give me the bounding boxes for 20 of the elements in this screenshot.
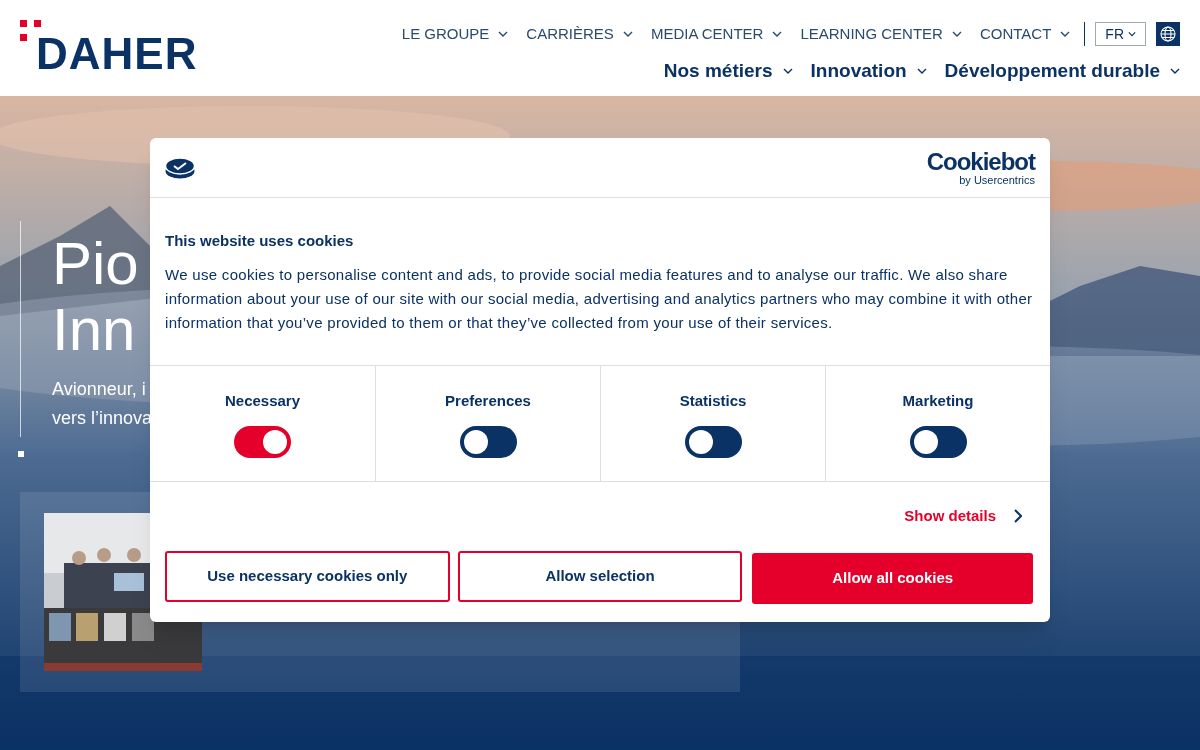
nav-link[interactable]: LE GROUPE bbox=[401, 22, 509, 46]
chevron-down-icon bbox=[498, 31, 509, 37]
chevron-down-icon bbox=[1170, 68, 1180, 75]
chevron-down-icon bbox=[782, 68, 793, 75]
chevron-down-icon bbox=[1128, 31, 1136, 37]
chevron-down-icon bbox=[916, 68, 927, 75]
nav-link[interactable]: LEARNING CENTER bbox=[800, 22, 962, 46]
nav-link[interactable]: Développement durable bbox=[944, 57, 1180, 86]
nav-link[interactable]: CONTACT bbox=[979, 22, 1071, 46]
chevron-down-icon bbox=[951, 31, 962, 37]
language-select[interactable]: FR bbox=[1095, 22, 1146, 46]
nav-link[interactable]: MEDIA CENTER bbox=[650, 22, 783, 46]
nav-link[interactable]: Innovation bbox=[810, 57, 927, 86]
globe-icon[interactable] bbox=[1156, 22, 1180, 46]
chevron-down-icon bbox=[1060, 31, 1071, 37]
nav-link[interactable]: Nos métiers bbox=[663, 57, 793, 86]
nav-link[interactable]: CARRIÈRES bbox=[526, 22, 633, 46]
chevron-down-icon bbox=[772, 31, 783, 37]
chevron-down-icon bbox=[622, 31, 633, 37]
logo[interactable]: DAHER bbox=[0, 0, 198, 96]
